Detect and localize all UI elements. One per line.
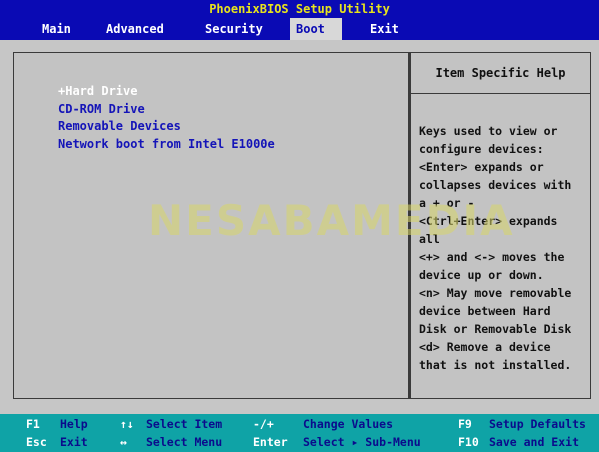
menu-main[interactable]: Main [36,18,77,40]
key-f10: F10 [458,435,479,449]
key-legend-bar: F1 Help ↑↓ Select Item -/+ Change Values… [0,414,599,452]
title-bar: PhoenixBIOS Setup Utility [0,0,599,18]
key-f1: F1 [26,417,40,431]
menu-bar: Main Advanced Security Boot Exit [0,18,599,40]
help-line: <Enter> expands or [419,160,544,174]
help-line: configure devices: [419,142,544,156]
key-esc: Esc [26,435,47,449]
boot-item-cdrom-drive[interactable]: CD-ROM Drive [58,101,275,119]
key-esc-desc: Exit [60,435,88,449]
boot-device-list: +Hard Drive CD-ROM Drive Removable Devic… [58,83,275,153]
app-title: PhoenixBIOS Setup Utility [209,2,390,16]
help-line: device between Hard [419,304,551,318]
key-minus-plus: -/+ [253,417,274,431]
bios-screen: PhoenixBIOS Setup Utility Main Advanced … [0,0,599,452]
menu-exit[interactable]: Exit [364,18,405,40]
help-line: <d> Remove a device [419,340,551,354]
boot-item-removable-devices[interactable]: Removable Devices [58,118,275,136]
help-line: device up or down. [419,268,544,282]
menu-security[interactable]: Security [199,18,269,40]
key-arrows-leftright-desc: Select Menu [146,435,223,449]
key-legend-row: F1 Help ↑↓ Select Item -/+ Change Values… [0,416,599,435]
key-legend-row: Esc Exit ↔ Select Menu Enter Select ▸ Su… [0,434,599,452]
help-line: Disk or Removable Disk [419,322,572,336]
help-line: <n> May move removable [419,286,572,300]
key-arrows-leftright: ↔ [120,435,127,449]
key-minus-plus-desc: Change Values [303,417,394,431]
key-enter: Enter [253,435,288,449]
help-title: Item Specific Help [411,53,590,94]
boot-item-hard-drive[interactable]: +Hard Drive [58,83,275,101]
menu-boot[interactable]: Boot [290,18,342,40]
key-enter-desc: Select ▸ Sub-Menu [303,435,421,449]
help-line: collapses devices with [419,178,572,192]
help-line: that is not installed. [419,358,572,372]
boot-item-network-boot[interactable]: Network boot from Intel E1000e [58,136,275,154]
help-line: <+> and <-> moves the [419,250,565,264]
key-f1-desc: Help [60,417,88,431]
key-f9: F9 [458,417,472,431]
key-arrows-updown: ↑↓ [120,417,134,431]
key-f10-desc: Save and Exit [489,435,580,449]
key-arrows-updown-desc: Select Item [146,417,223,431]
menu-advanced[interactable]: Advanced [100,18,170,40]
key-f9-desc: Setup Defaults [489,417,586,431]
help-line: Keys used to view or [419,124,558,138]
watermark: NESABAMEDIA [148,196,515,245]
